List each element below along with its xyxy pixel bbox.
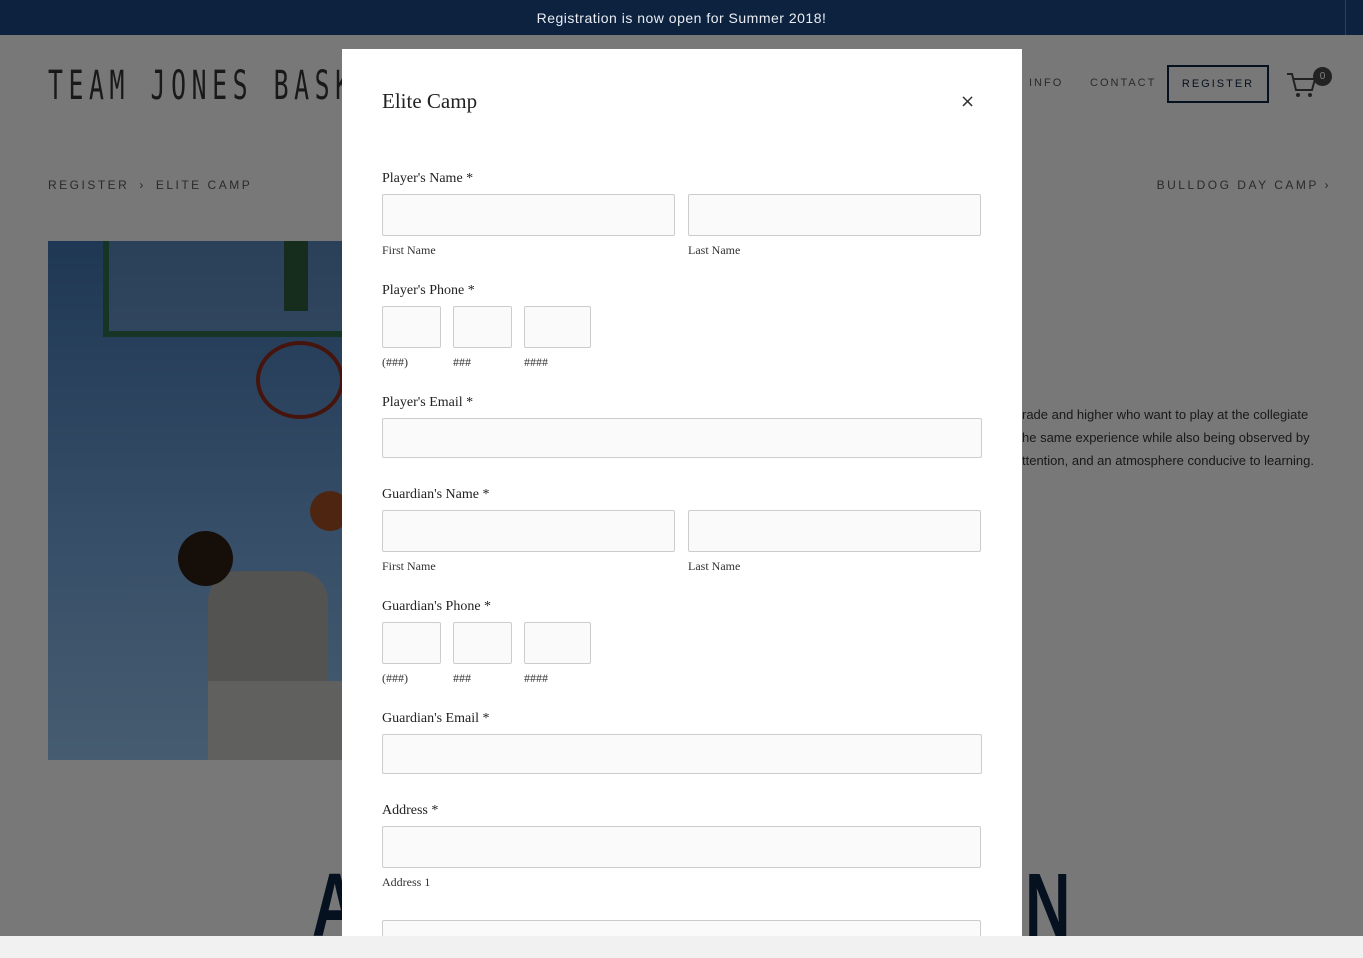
player-phone-label: Player's Phone * xyxy=(382,283,475,298)
player-last-name-label: Last Name xyxy=(688,243,741,257)
guardian-phone-area-label: (###) xyxy=(382,671,408,685)
scrollbar-edge xyxy=(1345,0,1363,35)
player-last-name-input[interactable] xyxy=(688,194,981,236)
player-name-label: Player's Name * xyxy=(382,171,474,186)
guardian-phone-area-input[interactable] xyxy=(382,622,441,664)
guardian-last-name-input[interactable] xyxy=(688,510,981,552)
address-line1-input[interactable] xyxy=(382,826,981,868)
address-label: Address * xyxy=(382,803,439,818)
registration-modal: Elite Camp × Player's Name * First Name … xyxy=(342,49,1022,936)
player-first-name-label: First Name xyxy=(382,243,436,257)
player-email-label: Player's Email * xyxy=(382,395,474,410)
player-phone-area-label: (###) xyxy=(382,355,408,369)
guardian-email-input[interactable] xyxy=(382,734,982,774)
guardian-phone-label: Guardian's Phone * xyxy=(382,599,492,614)
announcement-text: Registration is now open for Summer 2018… xyxy=(536,9,827,26)
player-phone-line-input[interactable] xyxy=(524,306,591,348)
address-line2-input[interactable] xyxy=(382,920,981,936)
player-phone-line-label: #### xyxy=(524,355,548,369)
modal-title: Elite Camp xyxy=(382,89,478,113)
guardian-last-name-label: Last Name xyxy=(688,559,741,573)
player-first-name-input[interactable] xyxy=(382,194,675,236)
player-phone-prefix-label: ### xyxy=(453,355,471,369)
player-email-input[interactable] xyxy=(382,418,982,458)
guardian-first-name-label: First Name xyxy=(382,559,436,573)
guardian-phone-line-label: #### xyxy=(524,671,548,685)
guardian-name-label: Guardian's Name * xyxy=(382,487,490,502)
guardian-phone-line-input[interactable] xyxy=(524,622,591,664)
address-line1-label: Address 1 xyxy=(382,875,431,889)
player-phone-area-input[interactable] xyxy=(382,306,441,348)
guardian-phone-prefix-input[interactable] xyxy=(453,622,512,664)
announcement-bar: Registration is now open for Summer 2018… xyxy=(0,0,1363,35)
guardian-phone-prefix-label: ### xyxy=(453,671,471,685)
close-icon[interactable]: × xyxy=(960,91,975,112)
guardian-email-label: Guardian's Email * xyxy=(382,711,490,726)
player-phone-prefix-input[interactable] xyxy=(453,306,512,348)
guardian-first-name-input[interactable] xyxy=(382,510,675,552)
